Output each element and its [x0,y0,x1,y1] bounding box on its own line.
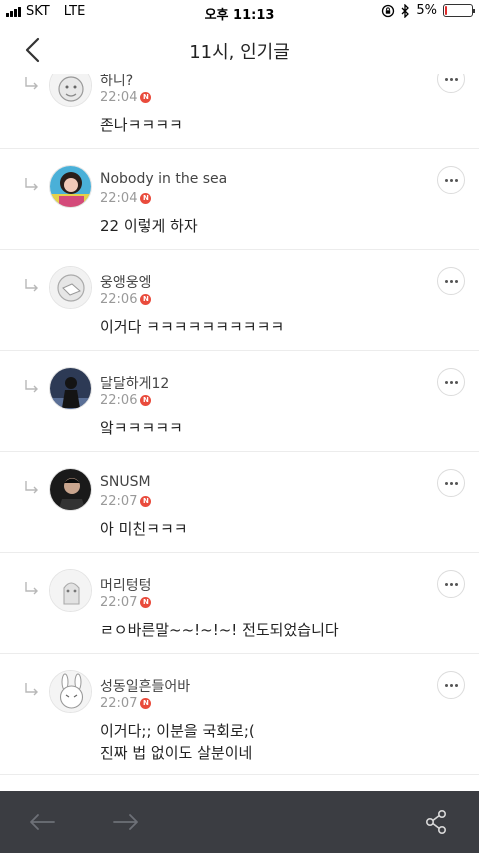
comment-username[interactable]: 머리텅텅 [100,575,152,595]
rotation-lock-icon [382,4,395,17]
new-badge: N [140,395,152,406]
avatar[interactable] [49,670,92,713]
share-button[interactable] [424,809,448,835]
comment-meta: 22:06 N [100,292,152,307]
reply-arrow-icon [25,683,38,696]
more-options-button[interactable] [437,469,465,497]
more-options-button[interactable] [437,671,465,699]
avatar[interactable] [49,266,92,309]
comment-meta: 22:07 N [100,595,152,610]
battery-percent: 5% [416,3,437,18]
comment-meta: 22:07 N [100,696,152,711]
cartoon-avatar [50,671,91,712]
comment-time: 22:07 [100,696,138,711]
comment-text: 아 미친ㅋㅋㅋ [100,520,188,538]
new-badge: N [140,698,152,709]
comment-item: 머리텅텅 22:07 N ㄹㅇ바른말~~!~!~! 전도되었습니다 [0,553,479,654]
comment-time: 22:06 [100,393,138,408]
new-badge: N [140,92,152,103]
arrow-left-icon [30,814,55,830]
avatar[interactable] [49,367,92,410]
cartoon-avatar [50,74,91,106]
new-badge: N [140,597,152,608]
battery-icon [443,4,475,17]
comment-time: 22:07 [100,494,138,509]
comment-text: ㄹㅇ바른말~~!~!~! 전도되었습니다 [100,621,339,639]
bottom-toolbar [0,791,479,853]
more-options-button[interactable] [437,166,465,194]
comment-meta: 22:06 N [100,393,152,408]
comment-item: 웅앵웅엥 22:06 N 이거다 ㅋㅋㅋㅋㅋㅋㅋㅋㅋㅋ [0,250,479,351]
reply-arrow-icon [25,582,38,595]
comment-item: Nobody in the sea 22:04 N 22 이렇게 하자 [0,149,479,250]
reply-arrow-icon [25,279,38,292]
comment-time: 22:06 [100,292,138,307]
comment-time: 22:07 [100,595,138,610]
share-icon [425,809,447,834]
comment-item: 달달하게12 22:06 N 앜ㅋㅋㅋㅋㅋ [0,351,479,452]
reply-arrow-icon [25,77,38,90]
comment-list[interactable]: 하니? 22:04 N 존나ㅋㅋㅋㅋ Nobody in the sea 22:… [0,74,479,791]
avatar[interactable] [49,569,92,612]
comment-username[interactable]: 웅앵웅엥 [100,272,152,292]
new-badge: N [140,193,152,204]
page-title: 11시, 인기글 [189,42,290,63]
comment-time: 22:04 [100,191,138,206]
comment-text: 앜ㅋㅋㅋㅋㅋ [100,419,183,437]
arrow-right-icon [113,814,138,830]
more-options-button[interactable] [437,74,465,93]
reply-arrow-icon [25,481,38,494]
comment-list-inner: 하니? 22:04 N 존나ㅋㅋㅋㅋ Nobody in the sea 22:… [0,74,479,775]
comment-time: 22:04 [100,90,138,105]
comment-text: 존나ㅋㅋㅋㅋ [100,116,183,134]
comment-text: 이거다 ㅋㅋㅋㅋㅋㅋㅋㅋㅋㅋ [100,318,285,336]
more-options-button[interactable] [437,267,465,295]
status-right: 5% [381,3,475,18]
browser-back-button[interactable] [28,809,56,835]
avatar[interactable] [49,468,92,511]
comment-username[interactable]: Nobody in the sea [100,171,227,187]
reply-arrow-icon [25,178,38,191]
comment-meta: 22:07 N [100,494,152,509]
comment-item: 성동일흔들어바 22:07 N 이거다;; 이분을 국회로;( 진짜 법 없이도… [0,654,479,775]
photo-avatar [50,469,91,510]
browser-forward-button[interactable] [112,809,140,835]
reply-arrow-icon [25,380,38,393]
bluetooth-icon [401,3,410,18]
new-badge: N [140,294,152,305]
avatar[interactable] [49,74,92,107]
comment-text: 이거다;; 이분을 국회로;( 진짜 법 없이도 살분이네 [100,722,255,762]
nav-bar: 11시, 인기글 [0,26,479,74]
comment-item: 하니? 22:04 N 존나ㅋㅋㅋㅋ [0,74,479,149]
photo-avatar [50,368,91,409]
comment-username[interactable]: SNUSM [100,474,151,490]
more-options-button[interactable] [437,570,465,598]
comment-text: 22 이렇게 하자 [100,217,198,235]
more-options-button[interactable] [437,368,465,396]
comment-meta: 22:04 N [100,90,152,105]
avatar[interactable] [49,165,92,208]
cartoon-avatar [50,570,91,611]
new-badge: N [140,496,152,507]
comment-meta: 22:04 N [100,191,152,206]
cartoon-avatar [50,267,91,308]
photo-avatar [50,166,91,207]
comment-username[interactable]: 성동일흔들어바 [100,676,190,696]
comment-item: SNUSM 22:07 N 아 미친ㅋㅋㅋ [0,452,479,553]
comment-username[interactable]: 달달하게12 [100,373,169,393]
status-bar: SKT LTE 오후 11:13 5% [0,0,479,26]
comment-username[interactable]: 하니? [100,74,133,90]
